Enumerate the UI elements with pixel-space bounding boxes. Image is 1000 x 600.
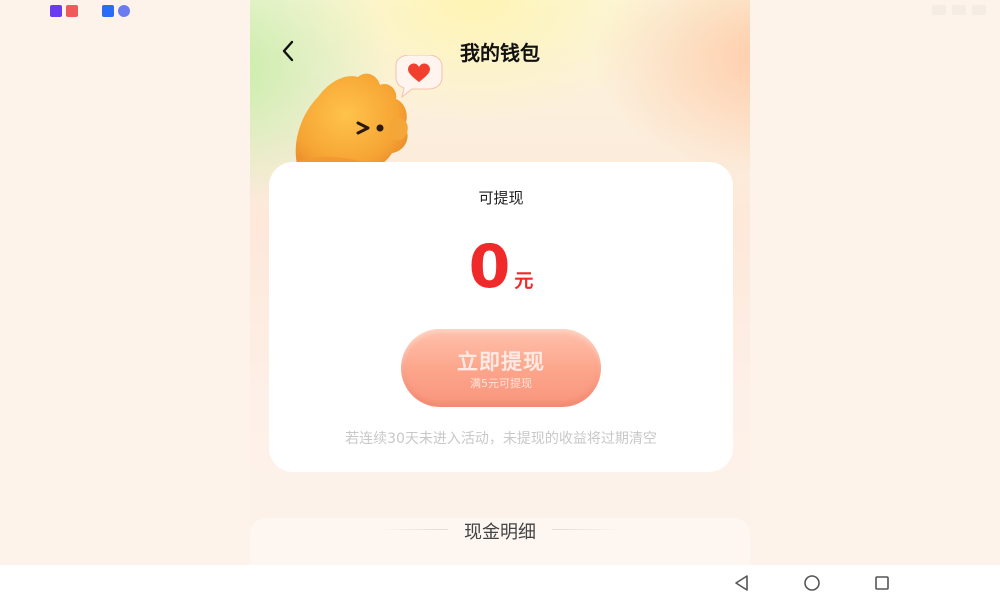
app-badge-icon	[50, 5, 62, 17]
cloud-app-icon	[102, 5, 114, 17]
nav-recents-button[interactable]	[872, 573, 892, 593]
status-icons-right	[932, 5, 986, 15]
wifi-icon	[952, 5, 966, 15]
cash-details-title: 现金明细	[464, 522, 536, 543]
amount-value: 0	[468, 232, 511, 302]
home-circle-icon	[804, 575, 820, 591]
amount-unit: 元	[514, 270, 534, 292]
wallet-card: 可提现 0元 立即提现 满5元可提现 若连续30天未进入活动，未提现的收益将过期…	[269, 162, 733, 472]
navigation-bar	[0, 565, 1000, 600]
music-app-icon	[118, 5, 130, 17]
withdraw-button[interactable]: 立即提现 满5元可提现	[401, 329, 601, 407]
withdraw-minimum-note: 满5元可提现	[470, 377, 532, 390]
withdrawable-label: 可提现	[478, 189, 524, 207]
expire-note: 若连续30天未进入活动，未提现的收益将过期清空	[345, 431, 657, 447]
back-triangle-icon	[735, 575, 748, 591]
wallet-page: 我的钱包 可提现 0元 立即提现 满5元可提现 若连续30天未进入活动，未提现的…	[250, 0, 750, 565]
battery-icon	[972, 5, 986, 15]
balance-amount: 0元	[269, 232, 733, 302]
nav-home-button[interactable]	[802, 573, 822, 593]
withdraw-button-label: 立即提现	[457, 350, 545, 374]
divider-right	[552, 529, 622, 530]
recents-square-icon	[875, 576, 889, 590]
news-app-icon	[66, 5, 78, 17]
signal-icon	[932, 5, 946, 15]
cash-details-section: 现金明细	[250, 518, 750, 565]
nav-back-button[interactable]	[732, 573, 752, 593]
status-icons-left	[50, 5, 130, 17]
